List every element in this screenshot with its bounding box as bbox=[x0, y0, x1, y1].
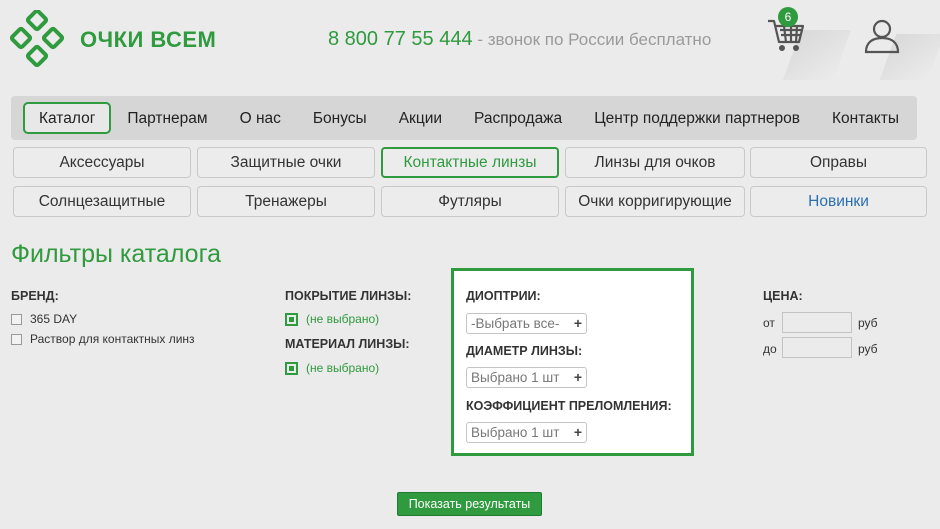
coating-value: (не выбрано) bbox=[306, 312, 380, 326]
refraction-label: КОЭФФИЦИЕНТ ПРЕЛОМЛЕНИЯ: bbox=[466, 399, 672, 413]
material-label: МАТЕРИАЛ ЛИНЗЫ: bbox=[285, 337, 410, 351]
price-label: ЦЕНА: bbox=[763, 289, 803, 303]
category-contact-lenses[interactable]: Контактные линзы bbox=[381, 147, 559, 178]
refraction-value: Выбрано 1 шт bbox=[471, 425, 560, 440]
coating-option[interactable]: (не выбрано) bbox=[285, 312, 379, 326]
nav-item-promotions[interactable]: Акции bbox=[383, 102, 458, 134]
phone-note: - звонок по России бесплатно bbox=[472, 30, 712, 49]
price-from-input[interactable] bbox=[782, 312, 852, 333]
filters-title: Фильтры каталога bbox=[11, 240, 222, 268]
brand-label: БРЕНД: bbox=[11, 289, 59, 303]
user-icon[interactable] bbox=[862, 16, 902, 56]
main-nav: Каталог Партнерам О нас Бонусы Акции Рас… bbox=[11, 96, 917, 140]
logo-icon[interactable] bbox=[8, 10, 74, 70]
price-from-label: от bbox=[763, 316, 775, 330]
phone-number[interactable]: 8 800 77 55 444 - звонок по России беспл… bbox=[328, 28, 711, 51]
show-results-button[interactable]: Показать результаты bbox=[397, 492, 542, 516]
lens-params-panel: ДИОПТРИИ: -Выбрать все- + ДИАМЕТР ЛИНЗЫ:… bbox=[451, 268, 694, 456]
refraction-select[interactable]: Выбрано 1 шт + bbox=[466, 422, 587, 443]
category-trainers[interactable]: Тренажеры bbox=[197, 186, 375, 217]
nav-item-partner-support[interactable]: Центр поддержки партнеров bbox=[578, 102, 816, 134]
price-from-currency: руб bbox=[858, 316, 878, 330]
price-to-currency: руб bbox=[858, 342, 878, 356]
checkbox-checked[interactable] bbox=[285, 312, 298, 326]
diameter-value: Выбрано 1 шт bbox=[471, 370, 560, 385]
brand-option-label: Раствор для контактных линз bbox=[30, 332, 195, 346]
phone-digits[interactable]: 8 800 77 55 444 bbox=[328, 28, 473, 50]
plus-icon: + bbox=[573, 424, 582, 440]
category-cases[interactable]: Футляры bbox=[381, 186, 559, 217]
checkbox-checked[interactable] bbox=[285, 361, 298, 375]
cart-count-badge: 6 bbox=[778, 7, 798, 27]
nav-item-catalog[interactable]: Каталог bbox=[23, 102, 112, 134]
nav-item-bonuses[interactable]: Бонусы bbox=[297, 102, 383, 134]
brand-option-label: 365 DAY bbox=[30, 312, 78, 326]
plus-icon: + bbox=[573, 369, 582, 385]
nav-item-about[interactable]: О нас bbox=[224, 102, 297, 134]
category-accessories[interactable]: Аксессуары bbox=[13, 147, 191, 178]
nav-item-contacts[interactable]: Контакты bbox=[816, 102, 915, 134]
diopters-label: ДИОПТРИИ: bbox=[466, 289, 541, 303]
checkbox[interactable] bbox=[11, 313, 22, 325]
material-value: (не выбрано) bbox=[306, 361, 380, 375]
category-spectacle-lenses[interactable]: Линзы для очков bbox=[565, 147, 745, 178]
nav-item-sale[interactable]: Распродажа bbox=[458, 102, 578, 134]
brand-option[interactable]: 365 DAY bbox=[11, 312, 77, 326]
material-option[interactable]: (не выбрано) bbox=[285, 361, 379, 375]
category-protective-glasses[interactable]: Защитные очки bbox=[197, 147, 375, 178]
category-sunglasses[interactable]: Солнцезащитные bbox=[13, 186, 191, 217]
category-new-arrivals[interactable]: Новинки bbox=[750, 186, 927, 217]
diameter-label: ДИАМЕТР ЛИНЗЫ: bbox=[466, 344, 583, 358]
coating-label: ПОКРЫТИЕ ЛИНЗЫ: bbox=[285, 289, 412, 303]
category-frames[interactable]: Оправы bbox=[750, 147, 927, 178]
diameter-select[interactable]: Выбрано 1 шт + bbox=[466, 367, 587, 388]
price-to-label: до bbox=[763, 342, 777, 356]
diopters-value: -Выбрать все- bbox=[471, 316, 560, 331]
price-to-input[interactable] bbox=[782, 337, 852, 358]
brand-option[interactable]: Раствор для контактных линз bbox=[11, 332, 195, 346]
diopters-select[interactable]: -Выбрать все- + bbox=[466, 313, 587, 334]
logo-text[interactable]: ОЧКИ ВСЕМ bbox=[80, 27, 216, 53]
checkbox[interactable] bbox=[11, 333, 22, 345]
category-corrective-glasses[interactable]: Очки корригирующие bbox=[565, 186, 745, 217]
nav-item-partners[interactable]: Партнерам bbox=[111, 102, 223, 134]
plus-icon: + bbox=[573, 315, 582, 331]
